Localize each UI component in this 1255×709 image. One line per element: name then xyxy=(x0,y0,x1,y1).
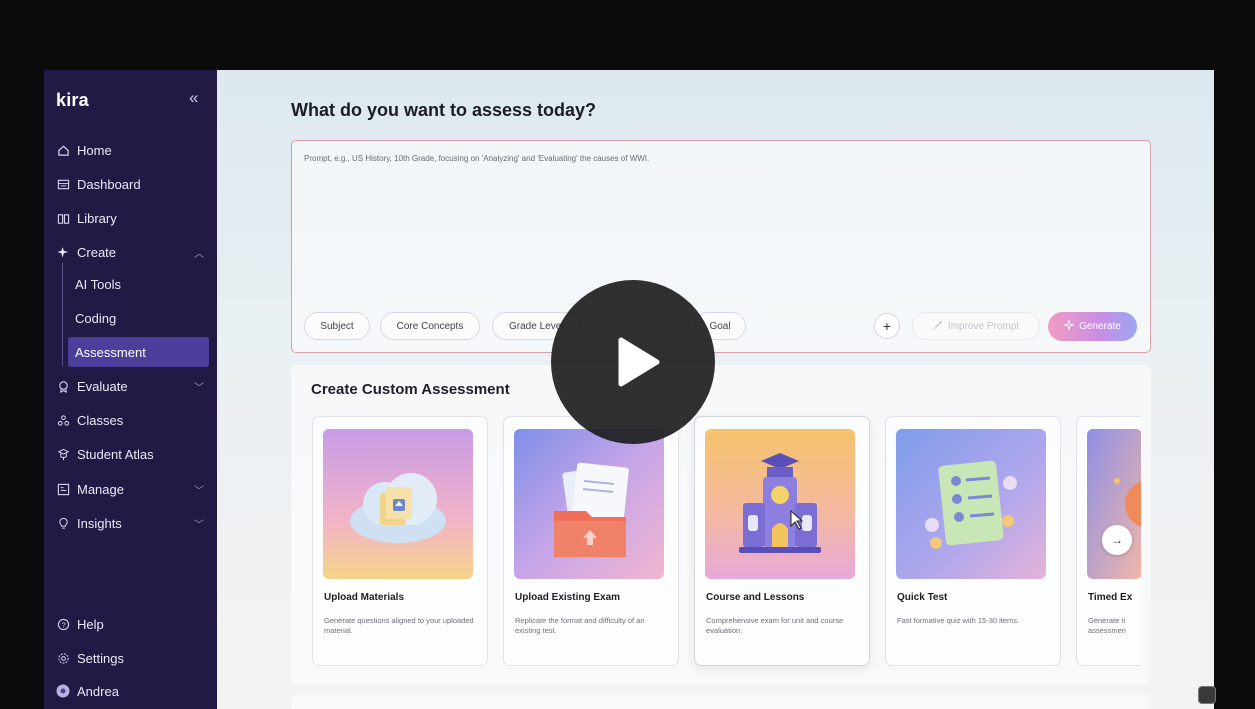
generate-button[interactable]: Generate xyxy=(1048,312,1137,341)
card-title: Timed Ex xyxy=(1088,592,1133,603)
watermark-icon xyxy=(1198,686,1216,704)
chevron-up-icon: ︿ xyxy=(194,248,204,260)
collapse-sidebar-button[interactable]: « xyxy=(189,88,198,108)
logo: kira xyxy=(56,90,89,110)
sidebar: kira « Home Dashboard Library Create ︿ A… xyxy=(44,70,217,709)
carousel-next-button[interactable]: → xyxy=(1102,525,1132,555)
improve-prompt-label: Improve Prompt xyxy=(947,320,1020,332)
sidebar-item-insights[interactable]: Insights ﹀ xyxy=(56,509,210,537)
badge-icon xyxy=(56,379,70,393)
prompt-box: Subject Core Concepts Grade Level Goal +… xyxy=(291,140,1151,353)
card-quick-test[interactable]: Quick Test Fast formative quiz with 15-3… xyxy=(885,416,1061,666)
sparkle-icon xyxy=(56,245,70,259)
sidebar-subitem-coding[interactable]: Coding xyxy=(68,303,209,333)
magic-wand-icon xyxy=(933,320,943,333)
submenu-line xyxy=(62,263,63,366)
chip-subject[interactable]: Subject xyxy=(304,312,370,340)
sidebar-item-classes[interactable]: Classes xyxy=(56,406,210,434)
prompt-input[interactable] xyxy=(304,154,1134,294)
card-description: Fast formative quiz with 15-30 items. xyxy=(897,616,1020,625)
atlas-icon xyxy=(56,447,70,461)
sidebar-item-label: Home xyxy=(77,142,112,158)
dashboard-icon xyxy=(56,177,70,191)
sidebar-item-home[interactable]: Home xyxy=(56,136,210,164)
chevron-down-icon: ﹀ xyxy=(194,485,204,497)
card-description: Generate ti assessmen xyxy=(1088,616,1126,635)
book-icon xyxy=(56,211,70,225)
card-title: Upload Materials xyxy=(324,592,405,603)
sidebar-subitem-ai-tools[interactable]: AI Tools xyxy=(68,269,209,299)
sidebar-subitem-assessment[interactable]: Assessment xyxy=(68,337,209,367)
sidebar-item-label: Manage xyxy=(77,481,124,497)
sidebar-item-student-atlas[interactable]: Student Atlas xyxy=(56,440,210,468)
users-icon xyxy=(56,413,70,427)
improve-prompt-button[interactable]: Improve Prompt xyxy=(912,312,1040,340)
sidebar-item-settings[interactable]: Settings xyxy=(56,644,210,672)
sidebar-item-label: Evaluate xyxy=(77,378,128,394)
add-filter-button[interactable]: + xyxy=(874,313,900,339)
card-course-and-lessons[interactable]: Course and Lessons Comprehensive exam fo… xyxy=(694,416,870,666)
sidebar-item-manage[interactable]: Manage ﹀ xyxy=(56,475,210,503)
card-upload-materials[interactable]: Upload Materials Generate questions alig… xyxy=(312,416,488,666)
cloud-upload-illustration xyxy=(323,429,473,579)
sidebar-item-library[interactable]: Library xyxy=(56,204,210,232)
school-building-illustration xyxy=(705,429,855,579)
quiz-sheet-illustration xyxy=(896,429,1046,579)
manage-icon xyxy=(56,482,70,496)
card-title: Upload Existing Exam xyxy=(515,592,621,603)
sidebar-item-help[interactable]: ? Help xyxy=(56,610,210,638)
avatar-icon xyxy=(56,684,70,698)
chevron-down-icon: ﹀ xyxy=(194,382,204,394)
bottom-section xyxy=(291,694,1151,709)
timer-illustration xyxy=(1087,429,1141,579)
sidebar-item-label: Student Atlas xyxy=(77,446,154,462)
sparkle-icon xyxy=(1063,318,1076,333)
help-icon: ? xyxy=(56,617,70,631)
card-description: Generate questions aligned to your uploa… xyxy=(324,616,474,635)
sidebar-item-evaluate[interactable]: Evaluate ﹀ xyxy=(56,372,210,400)
sidebar-item-label: Andrea xyxy=(77,683,119,699)
svg-text:?: ? xyxy=(61,620,65,629)
card-description: Replicate the format and difficulty of a… xyxy=(515,616,645,635)
sidebar-item-dashboard[interactable]: Dashboard xyxy=(56,170,210,198)
sidebar-item-profile[interactable]: Andrea xyxy=(56,677,210,705)
sidebar-item-label: Dashboard xyxy=(77,176,141,192)
bulb-icon xyxy=(56,516,70,530)
chip-core-concepts[interactable]: Core Concepts xyxy=(380,312,480,340)
sidebar-item-label: Help xyxy=(77,616,104,632)
sidebar-item-create[interactable]: Create ︿ xyxy=(56,238,210,266)
generate-label: Generate xyxy=(1079,321,1121,332)
page-title: What do you want to assess today? xyxy=(291,100,597,120)
home-icon xyxy=(56,143,70,157)
folder-upload-illustration xyxy=(514,429,664,579)
settings-icon xyxy=(56,651,70,665)
sidebar-item-label: Insights xyxy=(77,515,122,531)
card-upload-existing-exam[interactable]: Upload Existing Exam Replicate the forma… xyxy=(503,416,679,666)
card-title: Course and Lessons xyxy=(706,592,805,603)
custom-assessment-section: Create Custom Assessment Upload Material… xyxy=(291,365,1151,684)
sidebar-item-label: Library xyxy=(77,210,117,226)
sidebar-item-label: Create xyxy=(77,244,117,260)
section-title: Create Custom Assessment xyxy=(311,381,510,398)
sidebar-item-label: Settings xyxy=(77,650,124,666)
play-icon xyxy=(618,337,660,387)
card-description: Comprehensive exam for unit and course e… xyxy=(706,616,844,635)
video-play-button[interactable] xyxy=(551,280,715,444)
card-title: Quick Test xyxy=(897,592,948,603)
sidebar-item-label: Classes xyxy=(77,412,124,428)
chevron-down-icon: ﹀ xyxy=(194,519,204,531)
